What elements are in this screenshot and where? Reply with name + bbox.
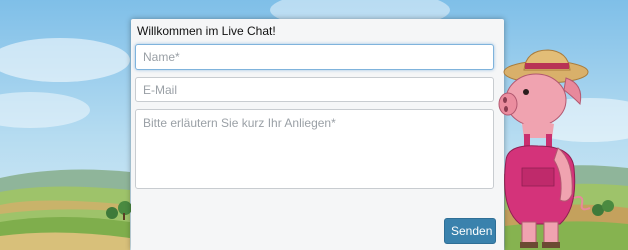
name-field[interactable] bbox=[135, 44, 494, 70]
message-field[interactable] bbox=[135, 109, 494, 189]
live-chat-panel: Willkommen im Live Chat! Senden bbox=[131, 19, 504, 250]
email-field[interactable] bbox=[135, 77, 494, 102]
chat-title: Willkommen im Live Chat! bbox=[137, 24, 276, 38]
pig-mascot-illustration bbox=[498, 49, 591, 248]
